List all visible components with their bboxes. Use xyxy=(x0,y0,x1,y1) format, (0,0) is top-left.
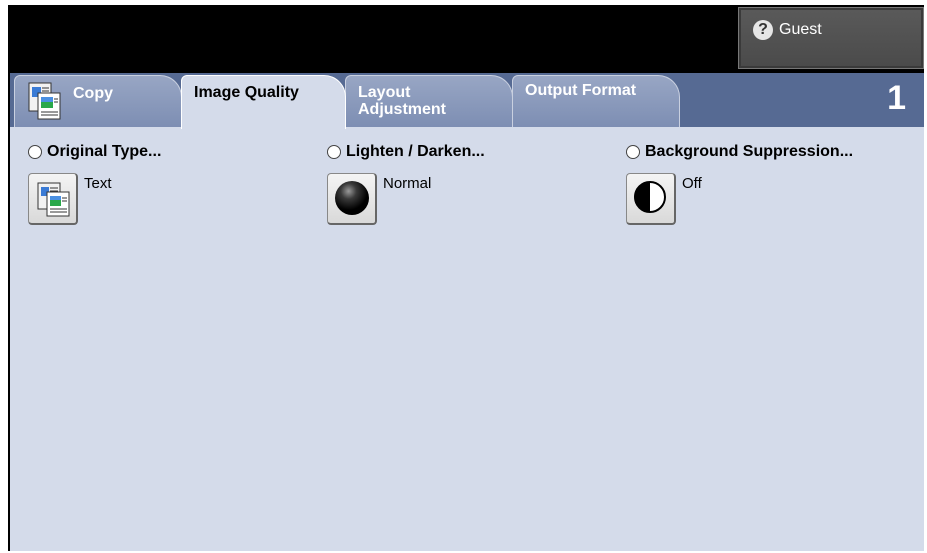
question-icon: ? xyxy=(753,20,773,40)
tab-output-format[interactable]: Output Format xyxy=(512,75,680,127)
lighten-darken-value: Normal xyxy=(383,175,432,192)
dark-sphere-icon xyxy=(335,181,369,215)
device-screen: ? Guest Copy Image Quality Layout Adjust… xyxy=(8,5,924,551)
original-type-value: Text xyxy=(84,175,112,192)
background-suppression-radio[interactable] xyxy=(626,145,640,159)
tab-layout-adjustment-label: Layout Adjustment xyxy=(358,84,446,118)
image-quality-panel: Original Type... Text Lighten / Darken..… xyxy=(10,127,924,551)
guest-label: Guest xyxy=(779,21,822,38)
page-number: 1 xyxy=(887,79,906,117)
tab-copy[interactable]: Copy xyxy=(14,75,182,127)
original-type-title[interactable]: Original Type... xyxy=(47,143,161,161)
tab-image-quality-label: Image Quality xyxy=(194,84,299,101)
lighten-darken-title[interactable]: Lighten / Darken... xyxy=(346,143,485,161)
guest-button[interactable]: ? Guest xyxy=(738,7,924,69)
tab-output-format-label: Output Format xyxy=(525,82,637,99)
tab-layout-adjustment[interactable]: Layout Adjustment xyxy=(345,75,513,127)
background-suppression-value: Off xyxy=(682,175,702,192)
original-type-button[interactable] xyxy=(28,173,78,225)
lighten-darken-radio[interactable] xyxy=(327,145,341,159)
copy-documents-icon xyxy=(27,81,63,126)
document-image-icon xyxy=(37,182,70,217)
tab-bar: Copy Image Quality Layout Adjustment Out… xyxy=(10,73,924,129)
lighten-darken-button[interactable] xyxy=(327,173,377,225)
background-suppression-title[interactable]: Background Suppression... xyxy=(645,143,853,161)
tab-image-quality[interactable]: Image Quality xyxy=(181,75,346,129)
half-circle-icon xyxy=(634,181,666,213)
background-suppression-button[interactable] xyxy=(626,173,676,225)
original-type-radio[interactable] xyxy=(28,145,42,159)
tab-copy-label: Copy xyxy=(73,85,113,102)
